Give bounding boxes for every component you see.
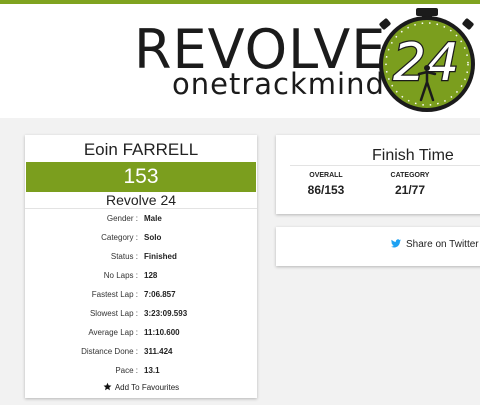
share-card: Share on Twitter <box>276 227 480 266</box>
detail-label: Slowest Lap : <box>89 309 138 318</box>
detail-row-average-lap: Average Lap : 11:10.600 <box>25 326 257 340</box>
share-label: Share on Twitter <box>406 239 479 250</box>
stopwatch-logo-icon[interactable]: 24 <box>372 8 480 114</box>
rider-event-name: Revolve 24 <box>105 192 177 208</box>
category-value: 21/77 <box>394 183 426 197</box>
detail-label: Gender : <box>106 214 138 223</box>
site-header: REVOLVE onetrackmind 24 <box>0 4 480 118</box>
finish-time-card: Finish Time OVERALL 86/153 CATEGORY 21/7… <box>276 135 480 214</box>
detail-value: Finished <box>144 252 177 261</box>
detail-value: 128 <box>144 271 158 280</box>
detail-value: Solo <box>144 233 162 242</box>
divider <box>25 208 257 209</box>
detail-label: Pace : <box>115 366 138 375</box>
detail-row-gender: Gender : Male <box>25 212 257 226</box>
rider-card: Eoin FARRELL 153 Revolve 24 Gender : Mal… <box>25 135 257 398</box>
detail-value: 3:23:09.593 <box>144 309 188 318</box>
detail-value: 13.1 <box>144 366 160 375</box>
detail-row-category: Category : Solo <box>25 231 257 245</box>
detail-row-distance: Distance Done : 311.424 <box>25 345 257 359</box>
detail-label: Category : <box>101 233 138 242</box>
overall-label: OVERALL <box>309 172 343 179</box>
add-to-favourites-button[interactable]: Add To Favourites <box>25 382 257 394</box>
share-on-twitter-button[interactable]: Share on Twitter <box>391 239 479 250</box>
rider-number-badge: 153 <box>26 162 256 192</box>
star-icon <box>103 382 112 391</box>
category-label: CATEGORY <box>390 172 430 179</box>
rider-name: Eoin FARRELL <box>83 140 199 159</box>
overall-value: 86/153 <box>307 183 345 197</box>
divider <box>290 165 480 166</box>
detail-label: No Laps : <box>103 271 138 280</box>
detail-value: Male <box>144 214 162 223</box>
twitter-icon <box>391 239 401 248</box>
detail-label: Distance Done : <box>81 347 138 356</box>
detail-label: Average Lap : <box>88 328 138 337</box>
detail-row-status: Status : Finished <box>25 250 257 264</box>
detail-row-laps: No Laps : 128 <box>25 269 257 283</box>
detail-row-fastest-lap: Fastest Lap : 7:06.857 <box>25 288 257 302</box>
brand-tagline: onetrackmind <box>172 67 385 101</box>
detail-row-slowest-lap: Slowest Lap : 3:23:09.593 <box>25 307 257 321</box>
detail-label: Status : <box>110 252 138 261</box>
favourites-label: Add To Favourites <box>114 383 180 392</box>
detail-value: 7:06.857 <box>144 290 176 299</box>
detail-label: Fastest Lap : <box>91 290 138 299</box>
detail-row-pace: Pace : 13.1 <box>25 364 257 378</box>
detail-value: 11:10.600 <box>144 328 180 337</box>
detail-value: 311.424 <box>144 347 173 356</box>
finish-time-title: Finish Time <box>372 147 454 164</box>
